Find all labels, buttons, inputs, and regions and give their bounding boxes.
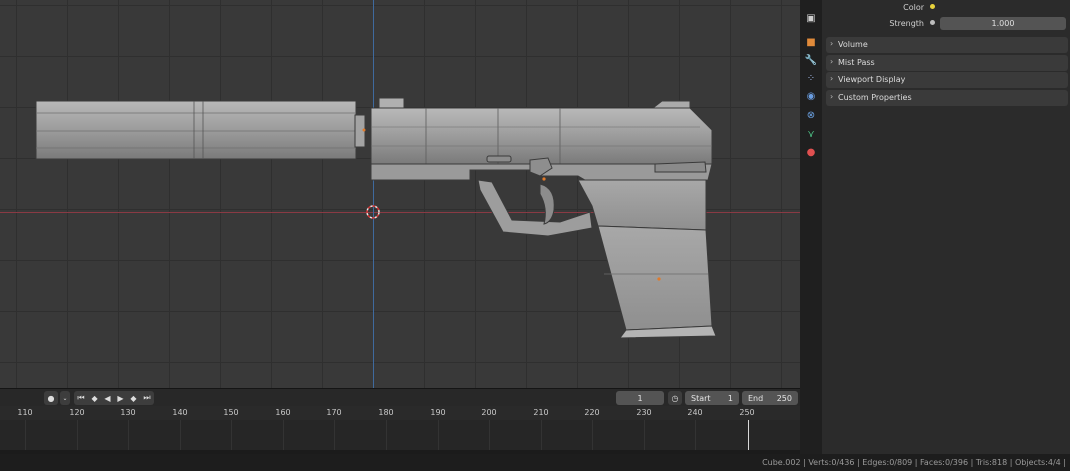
particles-icon[interactable]: ⁘ (805, 72, 817, 84)
tick-label: 140 (172, 408, 188, 417)
panel-label: Mist Pass (838, 58, 875, 67)
tick-label: 160 (275, 408, 291, 417)
physics-icon[interactable]: ◉ (805, 90, 817, 102)
color-label: Color (903, 3, 924, 12)
tick-label: 170 (326, 408, 342, 417)
frame-ruler[interactable]: 110 120 130 140 150 160 170 180 190 200 … (0, 406, 800, 420)
data-icon[interactable]: ⋎ (805, 128, 817, 140)
end-frame-marker (748, 420, 749, 450)
grid-line (438, 420, 439, 450)
grid-line (489, 420, 490, 450)
playback-controls: ⏮ ◆ ◀ ▶ ◆ ⏭ (74, 391, 154, 405)
tick-label: 130 (120, 408, 136, 417)
tick-label: 180 (378, 408, 394, 417)
grid-line (592, 420, 593, 450)
grip (577, 179, 717, 339)
panel-volume[interactable]: › Volume (826, 37, 1068, 53)
end-label: End (748, 393, 764, 403)
status-bar: Cube.002 | Verts:0/436 | Edges:0/809 | F… (0, 454, 1070, 471)
material-icon[interactable]: ● (805, 146, 817, 158)
strength-label: Strength (889, 19, 924, 28)
grid-line (283, 420, 284, 450)
color-row: Color (822, 0, 1070, 16)
strength-field[interactable]: 1.000 (940, 17, 1066, 30)
tick-label: 240 (687, 408, 703, 417)
panel-viewport-display[interactable]: › Viewport Display (826, 72, 1068, 88)
tick-label: 220 (584, 408, 600, 417)
tick-label: 250 (739, 408, 755, 417)
chevron-right-icon: › (830, 57, 834, 66)
modifier-icon[interactable]: 🔧 (805, 54, 817, 66)
prev-keyframe-icon[interactable]: ◆ (91, 394, 97, 403)
current-frame-field[interactable]: 1 (616, 391, 664, 405)
pistol-model[interactable] (0, 0, 800, 388)
grid-line (25, 420, 26, 450)
tick-label: 120 (69, 408, 85, 417)
grid-line (128, 420, 129, 450)
scene-statistics: Cube.002 | Verts:0/436 | Edges:0/809 | F… (762, 458, 1066, 467)
chevron-right-icon: › (830, 39, 834, 48)
start-value: 1 (727, 393, 733, 403)
tick-label: 210 (533, 408, 549, 417)
slide (370, 97, 713, 165)
tick-label: 230 (636, 408, 652, 417)
start-frame-field[interactable]: Start 1 (685, 391, 739, 405)
tick-label: 190 (430, 408, 446, 417)
tick-label: 200 (481, 408, 497, 417)
panel-mist-pass[interactable]: › Mist Pass (826, 55, 1068, 71)
properties-tab-bar: ▣ ■ 🔧 ⁘ ◉ ⊗ ⋎ ● (800, 0, 822, 454)
panel-label: Viewport Display (838, 75, 906, 84)
color-keyframe-dot[interactable] (930, 4, 935, 9)
trigger-guard (477, 179, 593, 237)
panel-label: Volume (838, 40, 868, 49)
grid-line (77, 420, 78, 450)
chevron-right-icon: › (830, 92, 834, 101)
render-icon[interactable]: ▣ (805, 12, 817, 24)
3d-cursor[interactable] (366, 205, 380, 219)
clock-icon[interactable]: ◷ (668, 391, 682, 405)
3d-viewport[interactable] (0, 0, 800, 388)
tick-label: 150 (223, 408, 239, 417)
timeline-tracks[interactable] (0, 420, 800, 450)
chevron-right-icon: › (830, 74, 834, 83)
grid-line (541, 420, 542, 450)
panel-custom-properties[interactable]: › Custom Properties (826, 90, 1068, 106)
tick-label: 110 (17, 408, 33, 417)
grid-line (644, 420, 645, 450)
panel-label: Custom Properties (838, 93, 912, 102)
jump-end-icon[interactable]: ⏭ (143, 393, 150, 403)
timeline-header: ● ⌄ ⏮ ◆ ◀ ▶ ◆ ⏭ 1 ◷ Start 1 End 250 (0, 388, 800, 407)
strength-keyframe-dot[interactable] (930, 20, 935, 25)
jump-start-icon[interactable]: ⏮ (77, 393, 84, 403)
grid-line (695, 420, 696, 450)
strength-row: Strength 1.000 (822, 16, 1070, 32)
end-value: 250 (776, 393, 792, 403)
constraints-icon[interactable]: ⊗ (805, 109, 817, 121)
grid-line (334, 420, 335, 450)
suppressor (35, 100, 366, 160)
object-icon[interactable]: ■ (805, 36, 817, 48)
record-button[interactable]: ● (44, 391, 58, 405)
next-keyframe-icon[interactable]: ◆ (130, 394, 136, 403)
keying-dropdown[interactable]: ⌄ (60, 391, 70, 405)
end-frame-field[interactable]: End 250 (742, 391, 798, 405)
grid-line (231, 420, 232, 450)
grid-line (180, 420, 181, 450)
grid-line (386, 420, 387, 450)
start-label: Start (691, 393, 711, 403)
play-reverse-icon[interactable]: ◀ (104, 394, 110, 403)
play-icon[interactable]: ▶ (117, 394, 123, 403)
properties-panel: Color Strength 1.000 › Volume › Mist Pas… (822, 0, 1070, 454)
